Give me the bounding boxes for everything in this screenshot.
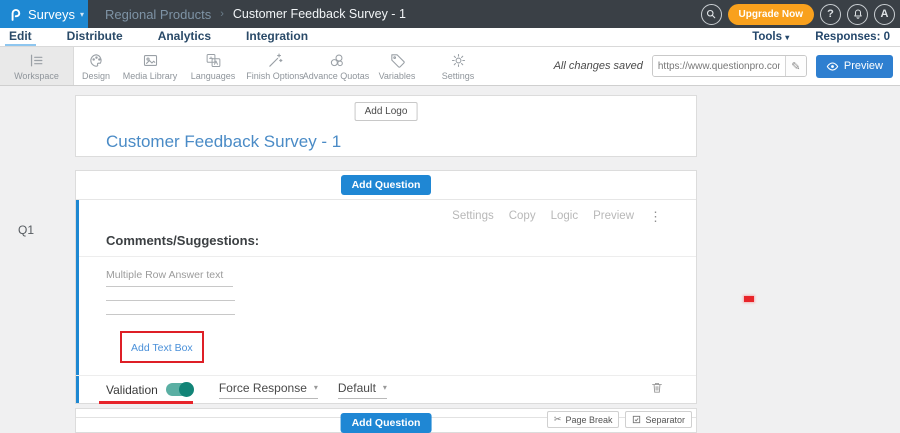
chevron-down-icon: ▾ — [314, 383, 318, 392]
nav-tab-analytics[interactable]: Analytics — [154, 28, 215, 46]
breadcrumb-separator-icon: › — [220, 8, 224, 20]
survey-url-input[interactable] — [653, 56, 785, 76]
trash-icon — [650, 380, 664, 395]
translate-icon — [205, 52, 222, 69]
tool-design[interactable]: Design — [74, 47, 118, 85]
workspace-icon — [28, 52, 45, 69]
eye-icon — [826, 60, 839, 73]
nav-tab-edit[interactable]: Edit — [5, 28, 36, 46]
red-underline-annotation — [99, 401, 193, 404]
answer-row-line[interactable] — [106, 287, 235, 301]
toggle-knob — [179, 382, 194, 397]
tool-settings[interactable]: Settings — [428, 47, 488, 85]
kebab-menu-icon[interactable]: ⋮ — [649, 210, 662, 223]
responses-count[interactable]: Responses: 0 — [815, 31, 890, 43]
separator-button[interactable]: Separator — [625, 411, 692, 428]
breadcrumb: Regional Products › Customer Feedback Su… — [105, 0, 406, 28]
avatar[interactable]: A — [874, 4, 895, 25]
answer-placeholder[interactable]: Multiple Row Answer text — [106, 269, 233, 287]
question-settings-link[interactable]: Settings — [452, 210, 494, 223]
question-section-card: Add Question Settings Copy Logic Preview… — [75, 170, 697, 404]
upgrade-now-button[interactable]: Upgrade Now — [728, 4, 814, 25]
magic-wand-icon — [267, 52, 284, 69]
red-annotation-marker — [744, 296, 754, 302]
tool-advance-quotas[interactable]: Advance Quotas — [306, 47, 366, 85]
survey-title[interactable]: Customer Feedback Survey - 1 — [106, 132, 341, 152]
chevron-down-icon: ▾ — [785, 33, 789, 42]
strip-tools: ✂ Page Break Separator — [547, 411, 692, 428]
question-block: Settings Copy Logic Preview ⋮ Comments/S… — [76, 199, 696, 403]
question-text[interactable]: Comments/Suggestions: — [106, 233, 666, 248]
validation-toggle[interactable] — [166, 383, 193, 396]
question-preview-link[interactable]: Preview — [593, 210, 634, 223]
delete-question-button[interactable] — [650, 380, 664, 400]
add-question-button-top[interactable]: Add Question — [341, 175, 432, 195]
add-question-strip-top: Add Question — [76, 171, 696, 199]
answer-row-line[interactable] — [106, 301, 235, 315]
question-active-indicator — [76, 200, 79, 403]
survey-header-card: Add Logo Customer Feedback Survey - 1 — [75, 95, 697, 157]
edit-toolbar: Workspace Design Media Library Languages… — [0, 47, 900, 86]
edit-url-button[interactable]: ✎ — [785, 56, 806, 76]
image-icon — [142, 52, 159, 69]
question-logic-link[interactable]: Logic — [551, 210, 579, 223]
survey-url-box: ✎ — [652, 55, 807, 77]
add-text-box-highlight: Add Text Box — [120, 331, 204, 363]
tag-icon — [389, 52, 406, 69]
product-name: Surveys — [28, 7, 75, 22]
gear-icon — [450, 52, 467, 69]
questionpro-logo-icon — [8, 7, 23, 22]
chain-links-icon — [328, 52, 345, 69]
chevron-down-icon: ▾ — [80, 10, 84, 19]
question-actions: Settings Copy Logic Preview ⋮ — [76, 200, 696, 223]
answer-area: Multiple Row Answer text — [76, 257, 696, 315]
tool-finish-options[interactable]: Finish Options — [244, 47, 306, 85]
tool-workspace[interactable]: Workspace — [0, 47, 74, 85]
question-copy-link[interactable]: Copy — [509, 210, 536, 223]
tool-languages[interactable]: Languages — [182, 47, 244, 85]
nav-tab-integration[interactable]: Integration — [242, 28, 312, 46]
question-number-label: Q1 — [18, 223, 34, 237]
search-icon — [705, 8, 717, 20]
tools-menu[interactable]: Tools ▾ — [752, 31, 789, 43]
add-question-button-bottom[interactable]: Add Question — [341, 413, 432, 433]
add-text-box-link[interactable]: Add Text Box — [131, 342, 193, 354]
chevron-down-icon: ▾ — [383, 383, 387, 392]
default-validation-dropdown[interactable]: Default ▾ — [338, 381, 387, 399]
checkbox-checked-icon — [632, 415, 641, 424]
app-window: Surveys ▾ Regional Products › Customer F… — [0, 0, 900, 425]
toolbar-right: All changes saved ✎ Preview — [554, 47, 900, 85]
topbar: Surveys ▾ Regional Products › Customer F… — [0, 0, 900, 28]
breadcrumb-parent[interactable]: Regional Products — [105, 7, 211, 22]
tool-variables[interactable]: Variables — [366, 47, 428, 85]
preview-button[interactable]: Preview — [816, 55, 893, 78]
tool-media-library[interactable]: Media Library — [118, 47, 182, 85]
force-response-dropdown[interactable]: Force Response ▾ — [219, 381, 318, 399]
validation-label: Validation — [106, 383, 158, 397]
workspace-canvas: Q1 Add Logo Customer Feedback Survey - 1… — [0, 86, 900, 425]
help-button[interactable]: ? — [820, 4, 841, 25]
nav-tab-distribute[interactable]: Distribute — [63, 28, 127, 46]
topbar-actions: Upgrade Now ? A — [701, 0, 900, 28]
scissors-icon: ✂ — [554, 414, 562, 425]
page-break-button[interactable]: ✂ Page Break — [547, 411, 620, 428]
bell-icon — [852, 8, 864, 20]
add-question-strip-bottom: Add Question ✂ Page Break Separator — [75, 408, 697, 433]
search-button[interactable] — [701, 4, 722, 25]
question-footer: Validation Force Response ▾ Default ▾ — [76, 375, 696, 403]
main-nav: Edit Distribute Analytics Integration To… — [0, 28, 900, 47]
save-status: All changes saved — [554, 60, 643, 72]
nav-right: Tools ▾ Responses: 0 — [752, 28, 900, 46]
pencil-icon: ✎ — [791, 60, 800, 73]
breadcrumb-current: Customer Feedback Survey - 1 — [233, 7, 406, 21]
add-logo-button[interactable]: Add Logo — [355, 102, 418, 121]
product-switcher[interactable]: Surveys ▾ — [0, 0, 88, 28]
notifications-button[interactable] — [847, 4, 868, 25]
palette-icon — [88, 52, 105, 69]
survey-column: Add Logo Customer Feedback Survey - 1 Ad… — [75, 95, 697, 433]
